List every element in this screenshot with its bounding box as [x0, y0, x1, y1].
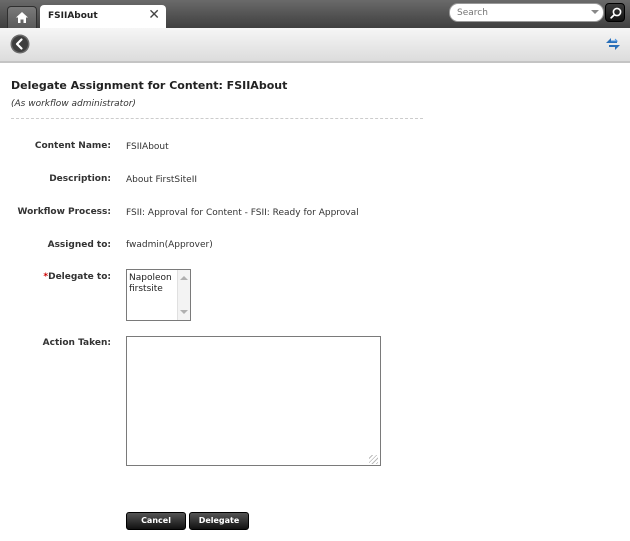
scroll-up-icon[interactable] [180, 276, 188, 280]
delegate-to-label-text: Delegate to: [48, 272, 111, 282]
tab-fsiiabout[interactable]: FSIIAbout ✕ [40, 5, 166, 28]
scroll-down-icon[interactable] [180, 310, 188, 314]
chevron-down-icon[interactable] [591, 10, 599, 14]
search-button[interactable] [605, 3, 625, 22]
tab-label: FSIIAbout [48, 11, 98, 21]
search-box [449, 3, 604, 22]
assigned-to-label: Assigned to: [47, 240, 111, 250]
home-tab[interactable] [7, 6, 37, 28]
search-input[interactable] [457, 6, 582, 19]
refresh-icon [606, 38, 620, 50]
refresh-button[interactable] [603, 34, 623, 54]
workflow-process-value: FSII: Approval for Content - FSII: Ready… [126, 208, 359, 218]
cancel-button[interactable]: Cancel [126, 512, 186, 530]
back-arrow-icon [10, 34, 30, 54]
description-label: Description: [49, 174, 111, 184]
home-icon [16, 12, 28, 23]
resize-grip-icon[interactable] [369, 455, 378, 464]
content-name-value: FSIIAbout [126, 142, 169, 152]
page-subtitle: (As workflow administrator) [11, 99, 136, 109]
delegate-to-label: *Delegate to: [11, 272, 111, 282]
description-value: About FirstSiteII [126, 175, 197, 185]
workflow-process-label: Workflow Process: [17, 207, 112, 217]
delegate-button[interactable]: Delegate [189, 512, 249, 530]
action-taken-textarea[interactable] [126, 336, 381, 466]
close-icon[interactable]: ✕ [148, 7, 160, 23]
toolbar [0, 28, 630, 63]
page-title: Delegate Assignment for Content: FSIIAbo… [11, 79, 288, 92]
back-button[interactable] [10, 34, 30, 54]
delegate-to-listbox[interactable]: Napoleon firstsite [126, 269, 191, 321]
content-name-label: Content Name: [34, 141, 111, 151]
divider [11, 118, 423, 119]
search-icon [610, 7, 622, 19]
listbox-scrollbar[interactable] [177, 270, 190, 320]
tab-bar: FSIIAbout ✕ [0, 0, 630, 28]
action-taken-label: Action Taken: [42, 338, 111, 348]
assigned-to-value: fwadmin(Approver) [126, 240, 213, 250]
